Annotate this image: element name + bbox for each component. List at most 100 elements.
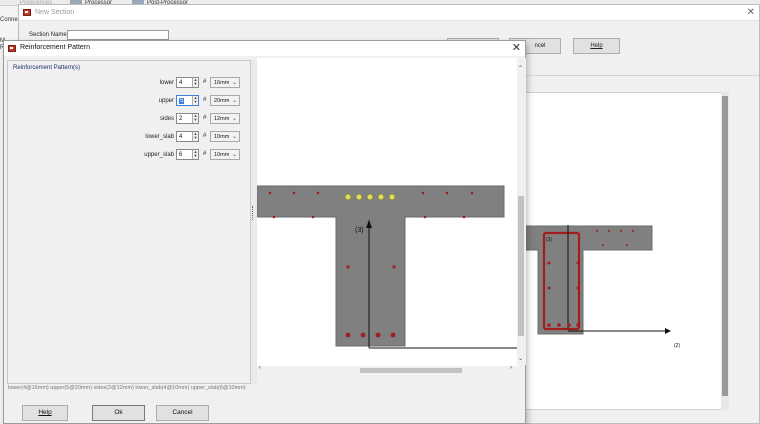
bar-count-spinner[interactable]: 4 ▲ ▼ [176, 131, 199, 142]
pattern-label: lower [159, 80, 174, 86]
rebar-dot [567, 323, 571, 327]
bar-size-select[interactable]: 12mm ⌄ [210, 113, 240, 124]
pattern-row-sides: sides 2 ▲ ▼ # 12mm ⌄ [8, 113, 252, 125]
rebar-dot [632, 230, 634, 232]
spin-arrows-icon[interactable]: ▲ ▼ [192, 132, 198, 141]
rebar-dot [462, 215, 466, 219]
section-preview-canvas[interactable]: (3) (2) [506, 92, 728, 410]
rebar-dot [596, 230, 598, 232]
rebar-dot [292, 191, 296, 195]
axis-label-2: (2) [674, 343, 680, 349]
t-section-shape [520, 225, 653, 335]
bar-symbol: # [203, 115, 207, 121]
rebar-dot [547, 286, 551, 290]
section-preview-drawing: (3) (2) [520, 225, 680, 349]
rebar-dot [360, 332, 366, 338]
rebar-dot [557, 323, 561, 327]
rebar-dot [311, 215, 315, 219]
rebar-dot [421, 191, 425, 195]
pattern-label: upper [158, 98, 174, 104]
preview-scroll-thumb[interactable] [722, 96, 728, 396]
new-section-titlebar: New Section ✕ [19, 5, 759, 21]
rebar-dot [445, 191, 449, 195]
bar-size-select[interactable]: 20mm ⌄ [210, 95, 240, 106]
chevron-down-icon: ⌄ [231, 80, 237, 86]
pattern-row-lower-slab: lower_slab 4 ▲ ▼ # 10mm ⌄ [8, 131, 252, 143]
bar-symbol: # [203, 151, 207, 157]
bar-size-select[interactable]: 10mm ⌄ [210, 149, 240, 160]
rebar-dot [388, 193, 396, 201]
pattern-label: sides [159, 116, 174, 122]
bar-count-spinner[interactable]: 2 ▲ ▼ [176, 113, 199, 124]
rebar-dot [470, 191, 474, 195]
bar-symbol: # [203, 97, 207, 103]
chevron-down-icon: ⌄ [231, 116, 237, 122]
reinforcement-title: Reinforcement Pattern [20, 44, 91, 51]
spin-arrows-icon[interactable]: ▲ ▼ [192, 96, 198, 105]
reinforcement-titlebar: Reinforcement Pattern ✕ [4, 41, 525, 56]
section-name-label: Section Name: [29, 32, 69, 38]
section-app-icon [8, 45, 16, 52]
bar-count-spinner[interactable]: 4 ▲ ▼ [176, 77, 199, 88]
splitter-grip-icon [252, 206, 254, 220]
preview-scroll-thumb[interactable] [518, 196, 524, 336]
axis-2-arrow [665, 328, 671, 334]
pattern-preview-drawing: (3) [256, 185, 519, 349]
rebar-dot [620, 230, 622, 232]
rebar-dot [316, 191, 320, 195]
rebar-dot [626, 244, 628, 246]
close-icon[interactable]: ✕ [512, 41, 521, 54]
rebar-dot [576, 323, 580, 327]
chevron-down-icon: ⌄ [231, 134, 237, 140]
chevron-down-icon: ⌄ [231, 152, 237, 158]
rebar-dot [390, 332, 396, 338]
rebar-dot [602, 244, 604, 246]
pattern-row-upper-slab: upper_slab 6 ▲ ▼ # 10mm ⌄ [8, 149, 252, 161]
spin-arrows-icon[interactable]: ▲ ▼ [192, 78, 198, 87]
bar-count-spinner[interactable]: 6 ▲ ▼ [176, 149, 199, 160]
bar-symbol: # [203, 133, 207, 139]
pattern-summary-status: lower(4@16mm) upper(5@20mm) sides(2@12mm… [8, 385, 246, 391]
rebar-dot [345, 332, 351, 338]
bar-symbol: # [203, 79, 207, 85]
chevron-down-icon: ⌄ [231, 98, 237, 104]
help-button[interactable]: Help [22, 405, 68, 421]
scroll-up-icon[interactable]: ⌃ [518, 65, 523, 72]
pattern-row-lower: lower 4 ▲ ▼ # 16mm ⌄ [8, 77, 252, 89]
section-app-icon [23, 9, 31, 16]
pattern-label: lower_slab [145, 134, 174, 140]
rebar-dot [576, 286, 580, 290]
rebar-dot [272, 215, 276, 219]
rebar-dot [346, 265, 350, 269]
rebar-dot [268, 191, 272, 195]
spin-arrows-icon[interactable]: ▲ ▼ [192, 150, 198, 159]
cancel-button[interactable]: Cancel [156, 405, 209, 421]
bar-size-select[interactable]: 16mm ⌄ [210, 77, 240, 88]
close-icon[interactable]: ✕ [747, 7, 755, 18]
rebar-dot [576, 261, 580, 265]
preview-hscroll-thumb[interactable] [360, 368, 462, 373]
axis-label-3: (3) [355, 227, 364, 234]
pattern-settings-panel: Reinforcement Pattern(s) lower 4 ▲ ▼ # 16… [7, 60, 251, 384]
bar-size-select[interactable]: 10mm ⌄ [210, 131, 240, 142]
rebar-dot [608, 230, 610, 232]
spin-arrows-icon[interactable]: ▲ ▼ [192, 114, 198, 123]
rebar-dot [547, 323, 551, 327]
rebar-dot [423, 215, 427, 219]
scroll-down-icon[interactable]: ⌄ [518, 355, 523, 362]
rebar-dot [344, 193, 352, 201]
scroll-left-icon[interactable]: ‹ [259, 365, 261, 371]
bar-count-spinner[interactable]: 5 ▲ ▼ [176, 95, 199, 106]
ok-button[interactable]: Ok [92, 405, 145, 421]
rebar-dot [355, 193, 363, 201]
rebar-dot [377, 193, 385, 201]
pattern-row-upper: upper 5 ▲ ▼ # 20mm ⌄ [8, 95, 252, 107]
t-section-shape [256, 185, 505, 347]
new-section-title: New Section [35, 9, 75, 16]
pattern-preview-canvas[interactable]: (3) [256, 58, 519, 366]
rebar-dot [547, 261, 551, 265]
help-button[interactable]: Help [573, 38, 620, 54]
section-name-input[interactable] [67, 30, 169, 40]
reinforcement-pattern-dialog: Reinforcement Pattern ✕ Reinforcement Pa… [3, 40, 526, 424]
scroll-right-icon[interactable]: › [510, 365, 512, 371]
